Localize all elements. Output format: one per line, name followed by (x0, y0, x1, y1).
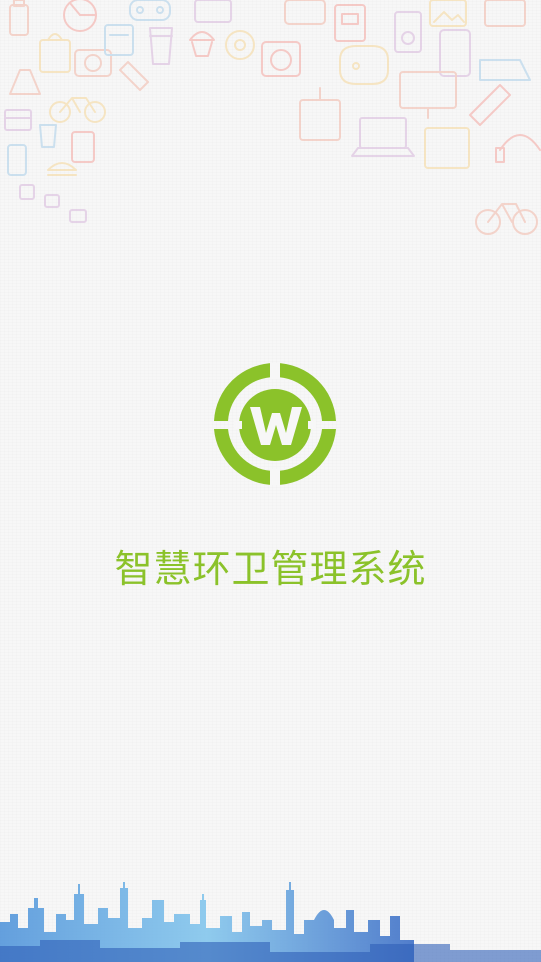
tablet2-icon (439, 29, 471, 77)
shopping-doodles-decoration (4, 0, 541, 235)
phone-icon (7, 144, 27, 176)
film-camera-icon (261, 41, 301, 77)
small-items-icon (19, 184, 87, 223)
gamepad-icon (129, 0, 171, 21)
photo-icon (429, 0, 467, 27)
bottle-icon (9, 0, 29, 36)
monitor-icon (399, 71, 457, 119)
laptop-icon (351, 117, 415, 157)
coffee-maker-icon (71, 131, 95, 163)
box-icon (424, 127, 470, 169)
coffee-machine-icon (334, 4, 366, 42)
juicer-icon (9, 69, 41, 95)
joystick-icon (339, 45, 389, 85)
coffee-grinder-icon (299, 87, 341, 141)
donut-icon (225, 30, 255, 60)
app-title: 智慧环卫管理系统 (114, 547, 427, 591)
coffee-cup-icon (149, 27, 173, 65)
game-console-icon (284, 0, 326, 25)
burger-icon (47, 162, 77, 176)
bicycle2-icon (475, 203, 538, 235)
tablet-icon (194, 0, 232, 23)
wine-bottle-icon (469, 84, 511, 126)
headphones-icon (495, 134, 541, 163)
bottle2-icon (119, 61, 149, 91)
music-player-icon (394, 11, 422, 53)
bicycle-icon (49, 97, 106, 123)
cupcake-icon (189, 31, 215, 57)
city-skyline-decoration (0, 882, 541, 962)
iron-icon (479, 59, 531, 81)
cake-icon (4, 109, 32, 131)
pizza-icon (63, 0, 97, 32)
w-globe-logo-icon (214, 363, 336, 485)
bag-icon (484, 0, 526, 27)
drink-icon (39, 124, 57, 148)
shopping-bag-icon (39, 33, 71, 73)
